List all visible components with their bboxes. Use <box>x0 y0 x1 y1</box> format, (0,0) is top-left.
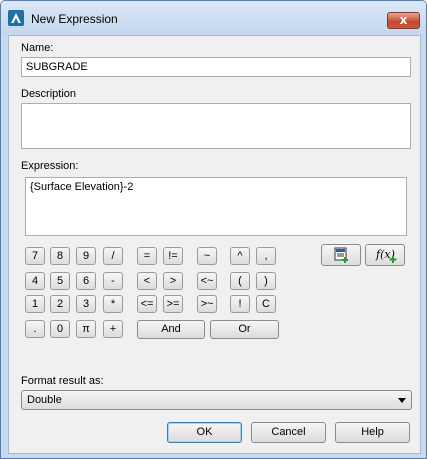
title-bar[interactable]: New Expression x <box>1 1 426 35</box>
key-2[interactable]: 2 <box>50 295 70 313</box>
insert-property-button[interactable] <box>321 244 361 266</box>
key-greater-approx[interactable]: >~ <box>197 295 217 313</box>
key-plus[interactable]: + <box>103 320 123 338</box>
expression-label: Expression: <box>21 160 79 172</box>
key-minus[interactable]: - <box>103 272 123 290</box>
format-selected-value: Double <box>27 394 62 406</box>
or-button[interactable]: Or <box>210 320 279 339</box>
new-expression-dialog: New Expression x Name: SUBGRADE Descript… <box>0 0 427 459</box>
key-approx[interactable]: ~ <box>197 247 217 265</box>
ok-button[interactable]: OK <box>167 422 242 443</box>
key-less-approx[interactable]: <~ <box>197 272 217 290</box>
key-6[interactable]: 6 <box>76 272 96 290</box>
help-button[interactable]: Help <box>335 422 410 443</box>
key-comma[interactable]: , <box>256 247 276 265</box>
key-divide[interactable]: / <box>103 247 123 265</box>
key-equals[interactable]: = <box>137 247 157 265</box>
key-not[interactable]: ! <box>230 295 250 313</box>
key-8[interactable]: 8 <box>50 247 70 265</box>
chevron-down-icon <box>398 398 406 403</box>
key-greater-equal[interactable]: >= <box>163 295 183 313</box>
key-clear[interactable]: C <box>256 295 276 313</box>
key-less-than[interactable]: < <box>137 272 157 290</box>
and-button[interactable]: And <box>137 320 205 339</box>
key-0[interactable]: 0 <box>50 320 70 338</box>
key-open-paren[interactable]: ( <box>230 272 250 290</box>
cancel-button[interactable]: Cancel <box>251 422 326 443</box>
key-less-equal[interactable]: <= <box>137 295 157 313</box>
insert-function-icon: f(x) <box>375 248 397 263</box>
key-greater-than[interactable]: > <box>163 272 183 290</box>
insert-function-button[interactable]: f(x) <box>365 244 405 266</box>
insert-property-icon <box>334 247 348 263</box>
format-select[interactable]: Double <box>21 390 412 410</box>
expression-value: {Surface Elevation}-2 <box>30 181 134 193</box>
name-label: Name: <box>21 42 54 54</box>
key-power[interactable]: ^ <box>230 247 250 265</box>
description-label: Description <box>21 88 77 100</box>
key-5[interactable]: 5 <box>50 272 70 290</box>
key-7[interactable]: 7 <box>25 247 45 265</box>
key-3[interactable]: 3 <box>76 295 96 313</box>
name-value: SUBGRADE <box>26 61 88 73</box>
description-field[interactable] <box>21 103 411 149</box>
key-not-equals[interactable]: != <box>163 247 183 265</box>
key-close-paren[interactable]: ) <box>256 272 276 290</box>
close-button[interactable]: x <box>387 12 420 29</box>
dialog-title: New Expression <box>31 12 118 26</box>
expression-field[interactable]: {Surface Elevation}-2 <box>25 177 407 236</box>
dialog-body: Name: SUBGRADE Description Expression: {… <box>8 35 421 454</box>
key-1[interactable]: 1 <box>25 295 45 313</box>
name-field[interactable]: SUBGRADE <box>21 57 411 77</box>
key-pi[interactable]: π <box>76 320 96 338</box>
key-4[interactable]: 4 <box>25 272 45 290</box>
format-label: Format result as: <box>21 375 104 387</box>
key-decimal[interactable]: . <box>25 320 45 338</box>
civil3d-app-icon <box>8 10 24 26</box>
key-multiply[interactable]: * <box>103 295 123 313</box>
key-9[interactable]: 9 <box>76 247 96 265</box>
